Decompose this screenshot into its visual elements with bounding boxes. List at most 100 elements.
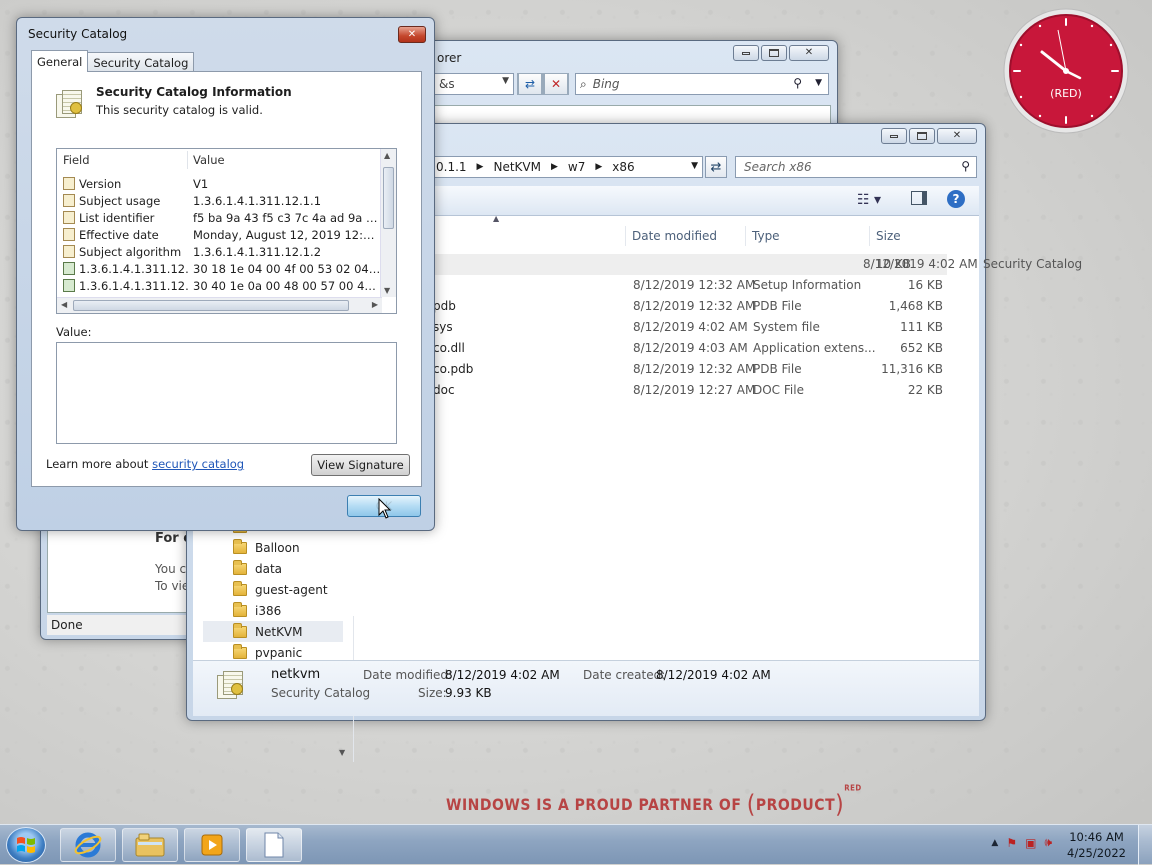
column-header-type[interactable]: Type [745,226,869,246]
tree-item-label: pvpanic [255,645,303,660]
column-header-date[interactable]: Date modified [625,226,745,246]
taskbar-media-player[interactable] [184,828,240,862]
details-created-value: 8/12/2019 4:02 AM [656,668,771,682]
breadcrumb[interactable]: 0.1.1 ▶ NetKVM ▶ w7 ▶ x86 ▼ [433,156,703,178]
file-name: co.dll [433,341,465,355]
ie-close-button[interactable]: ✕ [789,45,829,61]
view-options-icon[interactable]: ☷ ▾ [857,192,881,208]
dialog-caption-buttons: ✕ [398,26,426,43]
scroll-up-icon[interactable]: ▲ [384,151,390,160]
security-catalog-dialog[interactable]: Security Catalog ✕ General Security Cata… [16,17,435,531]
ie-maximize-button[interactable] [761,45,787,61]
mouse-cursor-icon [378,498,392,519]
grid-header-field[interactable]: Field [63,153,90,167]
chevron-right-icon[interactable]: ▶ [551,162,558,172]
tree-item[interactable]: NetKVM [203,621,343,642]
breadcrumb-item[interactable]: NetKVM [493,160,541,174]
grid-row[interactable]: 1.3.6.1.4.1.311.12... 30 40 1e 0a 00 48 0… [63,277,381,294]
clock-gadget[interactable]: (RED) [1003,8,1129,134]
breadcrumb-item[interactable]: x86 [612,160,634,174]
grid-header-value[interactable]: Value [193,153,225,167]
file-size: 16 KB [907,278,943,292]
grid-row[interactable]: Subject algorithm 1.3.6.1.4.1.311.12.1.2 [63,243,379,260]
breadcrumb-item[interactable]: 0.1.1 [436,160,467,174]
taskbar-windows-explorer[interactable] [122,828,178,862]
security-catalog-icon [217,669,245,699]
scroll-down-icon[interactable]: ▼ [384,286,390,295]
tab-general[interactable]: General [31,50,89,72]
ie-search-box[interactable]: ⌕ Bing ⚲ ▼ [575,73,829,95]
chevron-down-icon[interactable]: ▼ [502,76,509,86]
document-icon [264,832,284,858]
search-icon[interactable]: ⚲ [961,159,970,173]
taskbar-clock[interactable]: 10:46 AM 4/25/2022 [1067,829,1126,861]
show-hidden-icons-button[interactable]: ▲ [991,838,998,848]
ie-window-title: orer [437,51,462,65]
scroll-left-icon[interactable]: ◀ [61,300,67,309]
column-header-size[interactable]: Size [869,226,969,246]
tree-item[interactable]: guest-agent [233,579,328,600]
file-type: Application extens... [753,341,876,355]
grid-row[interactable]: Version V1 [63,175,379,192]
file-size: 11,316 KB [881,362,943,376]
stop-button[interactable]: ✕ [543,73,569,95]
breadcrumb-item[interactable]: w7 [568,160,585,174]
clock-gadget-label: (RED) [1050,87,1082,100]
preview-pane-icon[interactable] [911,191,927,205]
search-provider-icon: ⌕ [580,76,587,91]
grid-row[interactable]: Subject usage 1.3.6.1.4.1.311.12.1.1 [63,192,379,209]
explorer-close-button[interactable]: ✕ [937,128,977,144]
ie-address-bar[interactable]: &s ▼ [434,73,514,95]
details-file-type: Security Catalog [271,686,371,700]
extension-icon [63,262,75,275]
ie-page-text: You c To vie [155,561,189,595]
scrollbar-thumb[interactable] [383,167,394,229]
grid-horizontal-scrollbar[interactable]: ◀ ▶ [57,297,382,313]
start-button[interactable] [6,827,46,863]
tree-item[interactable]: data [233,558,282,579]
action-center-icon[interactable]: ⚑ [1006,836,1017,850]
search-input[interactable]: Search x86 ⚲ [735,156,977,178]
grid-row[interactable]: 1.3.6.1.4.1.311.12... 30 18 1e 04 00 4f 0… [63,260,381,277]
chevron-down-icon[interactable]: ▼ [815,78,822,88]
catalog-fields-grid[interactable]: Field Value Version V1 Subject usage 1.3.6.… [56,148,397,314]
volume-icon[interactable]: 🕪 [1044,835,1052,850]
show-desktop-button[interactable] [1138,825,1152,865]
taskbar-notepad[interactable] [246,828,302,862]
ie-nav-buttons: ⇄ ✕ [517,73,573,95]
value-textbox[interactable] [56,342,397,444]
chevron-right-icon[interactable]: ▶ [477,162,484,172]
dialog-close-button[interactable]: ✕ [398,26,426,43]
chevron-down-icon[interactable]: ▼ [691,161,698,171]
refresh-button[interactable]: ⇄ [517,73,543,95]
explorer-minimize-button[interactable] [881,128,907,144]
help-icon[interactable]: ? [947,190,965,208]
details-created-label: Date created: [583,668,666,682]
dialog-title: Security Catalog [28,27,128,41]
view-signature-button[interactable]: View Signature [311,454,410,476]
ie-minimize-button[interactable] [733,45,759,61]
media-player-icon [201,834,223,856]
refresh-button[interactable]: ⇄ [705,156,727,178]
search-icon[interactable]: ⚲ [793,76,802,90]
grid-row[interactable]: Effective date Monday, August 12, 2019 12… [63,226,381,243]
dialog-tabs: General Security Catalog [31,50,195,72]
scroll-right-icon[interactable]: ▶ [372,300,378,309]
security-catalog-link[interactable]: security catalog [152,457,244,471]
scrollbar-thumb[interactable] [73,300,349,311]
grid-value: V1 [193,177,209,191]
scroll-down-icon[interactable]: ▼ [339,748,345,757]
grid-row[interactable]: List identifier f5 ba 9a 43 f5 c3 7c 4a a… [63,209,381,226]
tree-item[interactable]: Balloon [233,537,300,558]
network-icon[interactable]: ▣ [1025,836,1036,850]
stop-icon: ✕ [544,73,568,95]
chevron-right-icon[interactable]: ▶ [595,162,602,172]
tree-item[interactable]: i386 [233,600,281,621]
grid-vertical-scrollbar[interactable]: ▲ ▼ [380,149,396,297]
explorer-maximize-button[interactable] [909,128,935,144]
taskbar-internet-explorer[interactable] [60,828,116,862]
grid-value: 1.3.6.1.4.1.311.12.1.1 [193,194,322,208]
tab-security-catalog[interactable]: Security Catalog [87,52,195,72]
file-row[interactable]: 8/12/2019 4:02 AM Security Catalog 10 KB [423,254,1082,275]
branding-mark: RED [844,783,862,793]
